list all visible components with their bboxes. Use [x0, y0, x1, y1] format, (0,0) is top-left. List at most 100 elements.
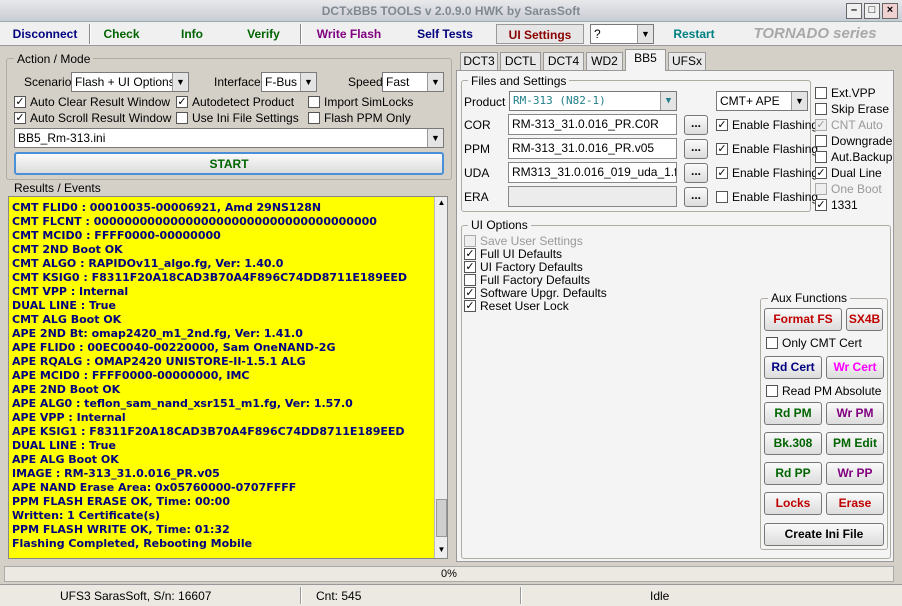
- info-button[interactable]: Info: [166, 24, 218, 44]
- sx4b-button[interactable]: SX4B: [846, 308, 883, 331]
- era-enable-label: Enable Flashing: [732, 190, 819, 204]
- interface-label: Interface: [214, 75, 261, 89]
- opt-aut-backup-checkbox[interactable]: [815, 151, 827, 163]
- opt-one-boot-checkbox[interactable]: [815, 183, 827, 195]
- ui-full-factory-checkbox[interactable]: [464, 274, 476, 286]
- ui-options-legend: UI Options: [468, 218, 531, 232]
- result-line: CMT KSIG0 : F8311F20A18CAD3B70A4F896C74D…: [12, 271, 408, 284]
- tab-bb5[interactable]: BB5: [625, 49, 666, 71]
- erase-button[interactable]: Erase: [826, 492, 884, 515]
- rd-pp-button[interactable]: Rd PP: [764, 462, 822, 485]
- auto-clear-checkbox[interactable]: ✓: [14, 96, 26, 108]
- era-label: ERA: [464, 190, 489, 204]
- opt-ext-vpp-checkbox[interactable]: [815, 87, 827, 99]
- only-cmt-cert-checkbox[interactable]: [766, 337, 778, 349]
- create-ini-button[interactable]: Create Ini File: [764, 523, 884, 546]
- result-line: CMT FLCNT : 0000000000000000000000000000…: [12, 215, 377, 228]
- era-field[interactable]: [508, 186, 677, 207]
- ui-reset-lock-label: Reset User Lock: [480, 299, 569, 313]
- scenario-select[interactable]: Flash + UI Options ▼: [71, 72, 189, 92]
- import-simlocks-checkbox[interactable]: [308, 96, 320, 108]
- ui-save-user-checkbox[interactable]: [464, 235, 476, 247]
- maximize-icon[interactable]: □: [864, 3, 880, 19]
- scroll-down-icon[interactable]: ▼: [436, 545, 447, 556]
- toolbar-separator: [300, 24, 302, 44]
- opt-1331-label: 1331: [831, 198, 858, 212]
- ui-full-defaults-checkbox[interactable]: ✓: [464, 248, 476, 260]
- ui-sw-upgr-checkbox[interactable]: ✓: [464, 287, 476, 299]
- ppm-enable-checkbox[interactable]: ✓: [716, 143, 728, 155]
- rd-cert-button[interactable]: Rd Cert: [764, 356, 822, 379]
- opt-skip-erase-checkbox[interactable]: [815, 103, 827, 115]
- scroll-up-icon[interactable]: ▲: [436, 198, 447, 209]
- verify-button[interactable]: Verify: [236, 24, 291, 44]
- result-line: APE ALG0 : teflon_sam_nand_xsr151_m1.fg,…: [12, 397, 353, 410]
- wr-cert-button[interactable]: Wr Cert: [826, 356, 884, 379]
- uda-enable-checkbox[interactable]: ✓: [716, 167, 728, 179]
- ppm-browse-button[interactable]: ...: [684, 139, 708, 159]
- era-browse-button[interactable]: ...: [684, 187, 708, 207]
- results-scrollbar[interactable]: ▲ ▼: [434, 197, 447, 558]
- ui-sw-upgr-label: Software Upgr. Defaults: [480, 286, 607, 300]
- result-line: APE RQALG : OMAP2420 UNISTORE-II-1.5.1 A…: [12, 355, 306, 368]
- ppm-field[interactable]: RM-313_31.0.016_PR.v05: [508, 138, 677, 159]
- product-select[interactable]: RM-313 (N82-1) ▼: [509, 91, 677, 111]
- opt-1331-checkbox[interactable]: ✓: [815, 199, 827, 211]
- cor-enable-checkbox[interactable]: ✓: [716, 119, 728, 131]
- status-divider: [520, 587, 522, 604]
- autodetect-label: Autodetect Product: [192, 95, 295, 109]
- write-flash-button[interactable]: Write Flash: [308, 24, 390, 44]
- disconnect-button[interactable]: Disconnect: [4, 24, 86, 44]
- era-enable-checkbox[interactable]: [716, 191, 728, 203]
- tab-dct3[interactable]: DCT3: [460, 52, 498, 70]
- restart-button[interactable]: Restart: [664, 24, 724, 44]
- bk308-button[interactable]: Bk.308: [764, 432, 822, 455]
- tab-wd2[interactable]: WD2: [586, 52, 623, 70]
- ui-settings-button[interactable]: UI Settings: [496, 24, 584, 44]
- speed-select[interactable]: Fast ▼: [382, 72, 444, 92]
- ui-reset-lock-checkbox[interactable]: ✓: [464, 300, 476, 312]
- flash-ppm-only-checkbox[interactable]: [308, 112, 320, 124]
- uda-browse-button[interactable]: ...: [684, 163, 708, 183]
- close-icon[interactable]: ×: [882, 3, 898, 19]
- wr-pp-button[interactable]: Wr PP: [826, 462, 884, 485]
- start-button[interactable]: START: [14, 152, 444, 175]
- autodetect-checkbox[interactable]: ✓: [176, 96, 188, 108]
- auto-scroll-checkbox[interactable]: ✓: [14, 112, 26, 124]
- tab-ufsx[interactable]: UFSx: [668, 52, 706, 70]
- cor-field[interactable]: RM-313_31.0.016_PR.C0R: [508, 114, 677, 135]
- rd-pm-button[interactable]: Rd PM: [764, 402, 822, 425]
- chevron-down-icon: ▼: [172, 73, 188, 91]
- interface-select[interactable]: F-Bus ▼: [261, 72, 317, 92]
- result-line: PPM FLASH ERASE OK, Time: 00:00: [12, 495, 230, 508]
- tab-dct4[interactable]: DCT4: [543, 52, 584, 70]
- scroll-thumb[interactable]: [436, 499, 447, 537]
- uda-enable-label: Enable Flashing: [732, 166, 819, 180]
- result-line: Flashing Completed, Rebooting Mobile: [12, 537, 253, 550]
- flash-ppm-only-label: Flash PPM Only: [324, 111, 411, 125]
- check-button[interactable]: Check: [94, 24, 149, 44]
- ui-save-user-label: Save User Settings: [480, 234, 583, 248]
- mode-select[interactable]: CMT+ APE ▼: [716, 91, 808, 111]
- wr-pm-button[interactable]: Wr PM: [826, 402, 884, 425]
- ini-file-select[interactable]: BB5_Rm-313.ini ▼: [14, 128, 444, 148]
- cor-browse-button[interactable]: ...: [684, 115, 708, 135]
- cor-label: COR: [464, 118, 491, 132]
- uda-field[interactable]: RM313_31.0.016_019_uda_1.fps: [508, 162, 677, 183]
- opt-dual-line-checkbox[interactable]: ✓: [815, 167, 827, 179]
- locks-button[interactable]: Locks: [764, 492, 822, 515]
- self-tests-button[interactable]: Self Tests: [404, 24, 486, 44]
- opt-cnt-auto-checkbox[interactable]: ✓: [815, 119, 827, 131]
- toolbar-combo[interactable]: ? ▼: [590, 24, 654, 44]
- ui-factory-defaults-checkbox[interactable]: ✓: [464, 261, 476, 273]
- chevron-down-icon: ▼: [427, 129, 443, 147]
- toolbar-combo-value: ?: [594, 27, 601, 41]
- read-pm-absolute-checkbox[interactable]: [766, 385, 778, 397]
- opt-downgrade-checkbox[interactable]: [815, 135, 827, 147]
- tab-dctl[interactable]: DCTL: [500, 52, 541, 70]
- result-line: CMT FLID0 : 00010035-00006921, Amd 29NS1…: [12, 201, 322, 214]
- use-ini-checkbox[interactable]: [176, 112, 188, 124]
- minimize-icon[interactable]: –: [846, 3, 862, 19]
- format-fs-button[interactable]: Format FS: [764, 308, 842, 331]
- pm-edit-button[interactable]: PM Edit: [826, 432, 884, 455]
